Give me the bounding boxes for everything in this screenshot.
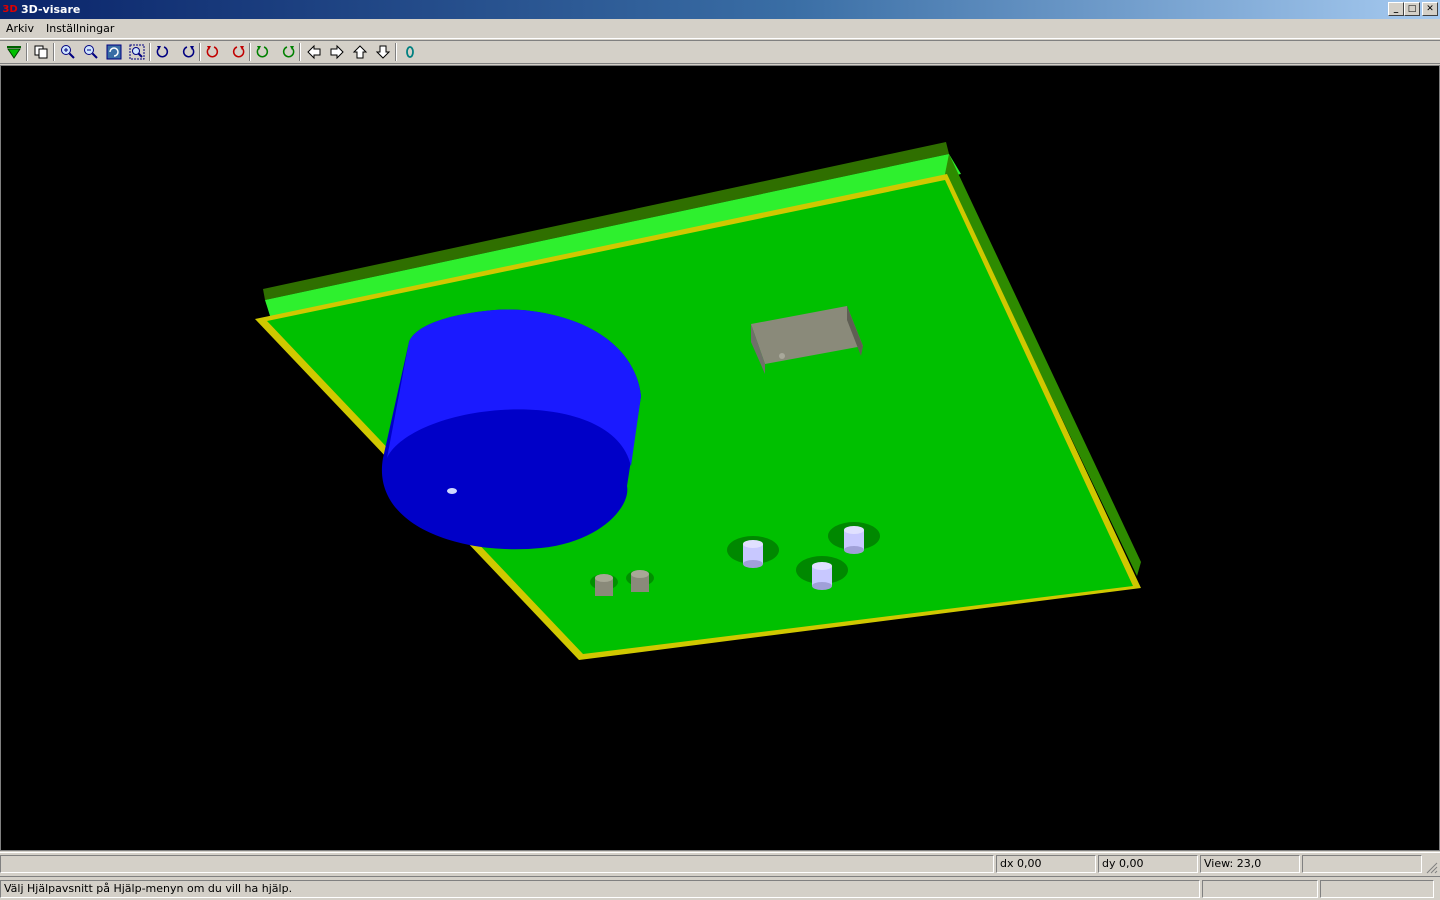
status-view: View: 23,0 xyxy=(1200,854,1300,873)
toolbar-separator xyxy=(395,43,397,61)
rotate-left-z-icon xyxy=(256,46,268,58)
coordinate-status-bar: dx 0,00 dy 0,00 View: 23,0 xyxy=(0,852,1440,874)
zoom-fit-button[interactable] xyxy=(125,41,148,63)
toolbar-separator xyxy=(299,43,301,61)
rotate-right-y-button[interactable] xyxy=(225,41,248,63)
zoom-out-icon xyxy=(83,45,98,59)
pan-left-icon xyxy=(306,44,320,60)
zoom-fit-icon xyxy=(129,44,144,60)
rotate-left-x-button[interactable] xyxy=(152,41,175,63)
app-icon: 3D xyxy=(2,3,18,15)
toolbar-separator xyxy=(149,43,151,61)
window-title: 3D-visare xyxy=(21,3,81,16)
help-status-bar: Välj Hjälpavsnitt på Hjälp-menyn om du v… xyxy=(0,876,1440,900)
status-empty-panel xyxy=(0,854,994,873)
resize-grip-icon[interactable] xyxy=(1426,862,1438,874)
pin-bottom xyxy=(844,546,864,554)
title-bar[interactable]: 3D 3D-visare _ □ ✕ xyxy=(0,0,1440,19)
gray-pin-top xyxy=(595,574,613,582)
pan-down-button[interactable] xyxy=(371,41,394,63)
menu-installningar[interactable]: Inställningar xyxy=(40,20,120,38)
minimize-button[interactable]: _ xyxy=(1388,2,1404,16)
zoom-out-button[interactable] xyxy=(79,41,102,63)
rotate-right-x-button[interactable] xyxy=(175,41,198,63)
status-dx: dx 0,00 xyxy=(996,854,1096,873)
copy-button[interactable] xyxy=(29,41,52,63)
status-panel-2 xyxy=(1202,879,1318,898)
pin-bottom xyxy=(812,582,832,590)
copy-icon xyxy=(34,45,47,59)
toolbar-separator xyxy=(249,43,251,61)
rotate-left-x-icon xyxy=(156,46,168,58)
capacitor-marker xyxy=(447,488,457,494)
maximize-button[interactable]: □ xyxy=(1404,2,1420,16)
toolbar xyxy=(0,40,1440,64)
pan-left-button[interactable] xyxy=(302,41,325,63)
rotate-right-x-icon xyxy=(182,46,194,58)
reset-zero-button[interactable] xyxy=(398,41,421,63)
pin-bottom xyxy=(743,560,763,568)
pan-up-icon xyxy=(352,45,367,59)
rotate-right-y-icon xyxy=(232,46,244,58)
zoom-in-button[interactable] xyxy=(56,41,79,63)
close-button[interactable]: ✕ xyxy=(1422,2,1438,16)
pan-up-button[interactable] xyxy=(348,41,371,63)
pan-right-button[interactable] xyxy=(325,41,348,63)
toolbar-separator xyxy=(53,43,55,61)
rotate-right-z-button[interactable] xyxy=(275,41,298,63)
status-dy: dy 0,00 xyxy=(1098,854,1198,873)
green-down-arrow-icon xyxy=(6,46,21,59)
rotate-left-y-button[interactable] xyxy=(202,41,225,63)
status-help-text: Välj Hjälpavsnitt på Hjälp-menyn om du v… xyxy=(0,879,1200,898)
status-extra-panel xyxy=(1302,854,1422,873)
pin-top xyxy=(743,540,763,548)
rotate-right-z-icon xyxy=(282,46,294,58)
gray-pin-top xyxy=(631,570,649,578)
component-box-pin xyxy=(779,353,785,359)
toolbar-separator xyxy=(26,43,28,61)
rotate-left-y-icon xyxy=(206,46,218,58)
layer-down-button[interactable] xyxy=(2,41,25,63)
pan-down-icon xyxy=(375,45,390,59)
status-panel-3 xyxy=(1320,879,1434,898)
pcb-3d-render xyxy=(255,142,1141,660)
zoom-in-icon xyxy=(60,45,75,59)
pan-right-icon xyxy=(330,44,344,60)
window-controls: _ □ ✕ xyxy=(1388,2,1438,16)
refresh-view-icon xyxy=(106,44,121,60)
pin-top xyxy=(812,562,832,570)
toolbar-separator xyxy=(199,43,201,61)
menu-arkiv[interactable]: Arkiv xyxy=(0,20,40,38)
pin-top xyxy=(844,526,864,534)
3d-viewport[interactable] xyxy=(0,65,1440,851)
rotate-left-z-button[interactable] xyxy=(252,41,275,63)
menu-bar: Arkiv Inställningar xyxy=(0,19,1440,39)
refresh-view-button[interactable] xyxy=(102,41,125,63)
reset-zero-icon xyxy=(405,46,414,58)
